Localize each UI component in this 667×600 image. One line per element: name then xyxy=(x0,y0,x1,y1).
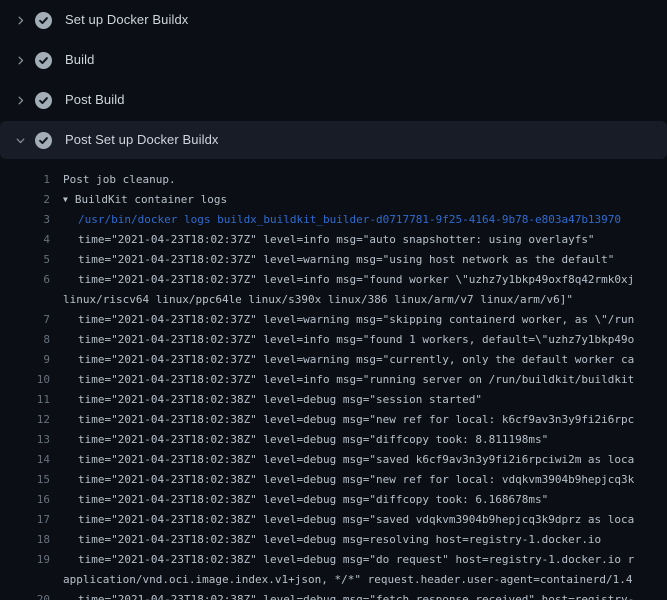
log-line-number[interactable]: 1 xyxy=(0,170,50,190)
log-line-text: time="2021-04-23T18:02:38Z" level=debug … xyxy=(63,450,634,470)
log-line: 15 time="2021-04-23T18:02:38Z" level=debu… xyxy=(0,470,667,490)
log-line-number[interactable]: 7 xyxy=(0,310,50,330)
log-line: 10 time="2021-04-23T18:02:37Z" level=info… xyxy=(0,370,667,390)
step-row-post-set-up-docker-buildx[interactable]: Post Set up Docker Buildx xyxy=(0,121,667,159)
chevron-down-icon[interactable] xyxy=(12,132,28,148)
log-line: 12 time="2021-04-23T18:02:38Z" level=debu… xyxy=(0,410,667,430)
step-label: Set up Docker Buildx xyxy=(65,12,188,28)
log-line-text: time="2021-04-23T18:02:38Z" level=debug … xyxy=(63,470,634,490)
log-line: 3/usr/bin/docker logs buildx_buildkit_bu… xyxy=(0,210,667,230)
log-line-text: application/vnd.oci.image.index.v1+json,… xyxy=(63,570,633,590)
log-line: 18 time="2021-04-23T18:02:38Z" level=debu… xyxy=(0,530,667,550)
log-line-text: time="2021-04-23T18:02:38Z" level=debug … xyxy=(63,390,482,410)
log-line-number[interactable]: 5 xyxy=(0,250,50,270)
log-line-text: time="2021-04-23T18:02:38Z" level=debug … xyxy=(63,410,634,430)
log-line: 4 time="2021-04-23T18:02:37Z" level=info … xyxy=(0,230,667,250)
log-line-number[interactable]: 14 xyxy=(0,450,50,470)
log-line-text: time="2021-04-23T18:02:38Z" level=debug … xyxy=(63,550,634,570)
log-line-text: time="2021-04-23T18:02:38Z" level=debug … xyxy=(63,490,548,510)
log-line-number[interactable]: 2 xyxy=(0,190,50,210)
log-line-text: time="2021-04-23T18:02:37Z" level=warnin… xyxy=(63,350,634,370)
log-line-number[interactable]: 8 xyxy=(0,330,50,350)
log-line: 20 time="2021-04-23T18:02:38Z" level=debu… xyxy=(0,590,667,600)
log-line-number[interactable]: 20 xyxy=(0,590,50,600)
step-success-check-icon xyxy=(35,12,52,29)
step-label: Post Build xyxy=(65,92,125,108)
log-line-continuation: linux/riscv64 linux/ppc64le linux/s390x … xyxy=(0,290,667,310)
log-line-number[interactable]: 13 xyxy=(0,430,50,450)
log-line-number[interactable]: 16 xyxy=(0,490,50,510)
log-line: 13 time="2021-04-23T18:02:38Z" level=debu… xyxy=(0,430,667,450)
log-panel: 1 Post job cleanup. 2 ▼ BuildKit container l… xyxy=(0,159,667,600)
log-line-number[interactable]: 17 xyxy=(0,510,50,530)
group-title[interactable]: BuildKit container logs xyxy=(75,193,227,206)
log-line: 17 time="2021-04-23T18:02:38Z" level=debu… xyxy=(0,510,667,530)
chevron-right-icon[interactable] xyxy=(12,92,28,108)
step-list: Set up Docker Buildx Build Post Build Post … xyxy=(0,0,667,159)
log-line-text: time="2021-04-23T18:02:37Z" level=info m… xyxy=(63,370,634,390)
step-row-build[interactable]: Build xyxy=(0,40,667,80)
log-line-text: Post job cleanup. xyxy=(63,170,176,190)
log-line: 16 time="2021-04-23T18:02:38Z" level=debu… xyxy=(0,490,667,510)
log-line-text: time="2021-04-23T18:02:38Z" level=debug … xyxy=(63,430,548,450)
log-line: 6 time="2021-04-23T18:02:37Z" level=info … xyxy=(0,270,667,290)
step-success-check-icon xyxy=(35,92,52,109)
log-line: 5 time="2021-04-23T18:02:37Z" level=warni… xyxy=(0,250,667,270)
log-line-number[interactable]: 6 xyxy=(0,270,50,290)
log-line-number[interactable]: 18 xyxy=(0,530,50,550)
log-line-number xyxy=(0,570,50,590)
log-line-number[interactable]: 19 xyxy=(0,550,50,570)
log-line-text: time="2021-04-23T18:02:37Z" level=warnin… xyxy=(63,250,614,270)
step-success-check-icon xyxy=(35,132,52,149)
log-line-continuation: application/vnd.oci.image.index.v1+json,… xyxy=(0,570,667,590)
log-line-number[interactable]: 4 xyxy=(0,230,50,250)
log-line: 9 time="2021-04-23T18:02:37Z" level=warni… xyxy=(0,350,667,370)
log-line-text: time="2021-04-23T18:02:37Z" level=info m… xyxy=(63,330,634,350)
chevron-right-icon[interactable] xyxy=(12,52,28,68)
job-log-viewer: Set up Docker Buildx Build Post Build Post … xyxy=(0,0,667,600)
log-line: 2 ▼ BuildKit container logs xyxy=(0,190,667,210)
log-line-number[interactable]: 10 xyxy=(0,370,50,390)
log-line-number[interactable]: 12 xyxy=(0,410,50,430)
chevron-right-icon[interactable] xyxy=(12,12,28,28)
log-line-text: time="2021-04-23T18:02:37Z" level=info m… xyxy=(63,230,595,250)
log-line: 11 time="2021-04-23T18:02:38Z" level=debu… xyxy=(0,390,667,410)
log-line-text: time="2021-04-23T18:02:37Z" level=warnin… xyxy=(63,310,634,330)
log-line-text: time="2021-04-23T18:02:38Z" level=debug … xyxy=(63,590,634,600)
log-line-text: linux/riscv64 linux/ppc64le linux/s390x … xyxy=(63,290,573,310)
log-line-number[interactable]: 11 xyxy=(0,390,50,410)
log-line-text: ▼ BuildKit container logs xyxy=(63,190,227,210)
log-line-number[interactable]: 3 xyxy=(0,210,50,230)
log-line: 14 time="2021-04-23T18:02:38Z" level=debu… xyxy=(0,450,667,470)
log-line-text: time="2021-04-23T18:02:38Z" level=debug … xyxy=(63,530,601,550)
step-row-post-build[interactable]: Post Build xyxy=(0,80,667,120)
log-command-text: /usr/bin/docker logs buildx_buildkit_bui… xyxy=(63,210,621,230)
group-toggle-triangle-icon[interactable]: ▼ xyxy=(63,190,68,210)
log-line-text: time="2021-04-23T18:02:37Z" level=info m… xyxy=(63,270,634,290)
log-line-number[interactable]: 9 xyxy=(0,350,50,370)
step-row-set-up-docker-buildx[interactable]: Set up Docker Buildx xyxy=(0,0,667,40)
step-label: Build xyxy=(65,52,94,68)
log-line-number xyxy=(0,290,50,310)
log-line: 7 time="2021-04-23T18:02:37Z" level=warni… xyxy=(0,310,667,330)
log-line: 1 Post job cleanup. xyxy=(0,170,667,190)
log-line-number[interactable]: 15 xyxy=(0,470,50,490)
step-label: Post Set up Docker Buildx xyxy=(65,132,219,148)
log-line: 19 time="2021-04-23T18:02:38Z" level=debu… xyxy=(0,550,667,570)
log-line: 8 time="2021-04-23T18:02:37Z" level=info … xyxy=(0,330,667,350)
step-success-check-icon xyxy=(35,52,52,69)
log-line-text: time="2021-04-23T18:02:38Z" level=debug … xyxy=(63,510,634,530)
